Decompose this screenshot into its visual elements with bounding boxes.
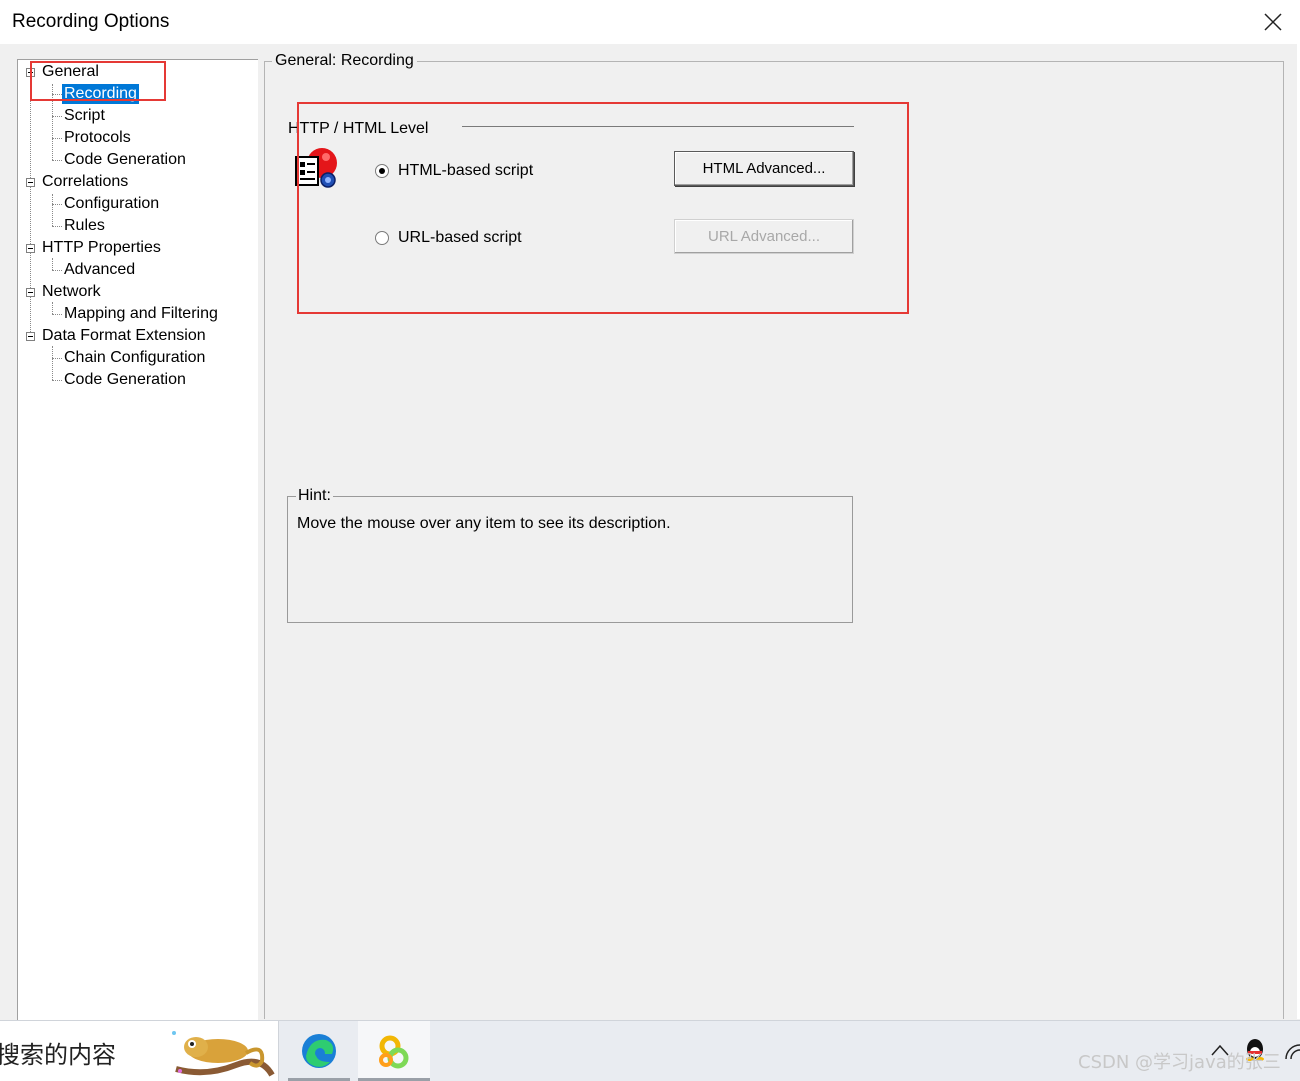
- watermark: CSDN @学习java的张三: [1078, 1052, 1281, 1073]
- chameleon-icon: [172, 1031, 275, 1077]
- tree-item-general[interactable]: General: [42, 62, 99, 82]
- collapse-correlations-icon[interactable]: [26, 178, 35, 187]
- tree-item-code-generation-2[interactable]: Code Generation: [64, 370, 186, 390]
- recording-script-icon: [295, 148, 337, 188]
- taskbar-search[interactable]: 搜索的内容: [0, 1021, 279, 1081]
- options-tree[interactable]: General Recording Script Protocols Code …: [17, 59, 258, 1020]
- tree-item-mapping-filtering[interactable]: Mapping and Filtering: [64, 304, 218, 324]
- html-advanced-button[interactable]: HTML Advanced...: [674, 151, 854, 186]
- taskbar-app[interactable]: [358, 1021, 430, 1081]
- tree-item-code-generation[interactable]: Code Generation: [64, 150, 186, 170]
- group-title: HTTP / HTML Level: [288, 120, 429, 137]
- tree-item-recording[interactable]: Recording: [62, 84, 139, 104]
- tree-line: [52, 380, 62, 381]
- tree-item-data-format-extension[interactable]: Data Format Extension: [42, 326, 206, 346]
- tree-item-correlations[interactable]: Correlations: [42, 172, 128, 192]
- collapse-general-icon[interactable]: [26, 68, 35, 77]
- tree-item-network[interactable]: Network: [42, 282, 101, 302]
- tree-line: [52, 302, 53, 314]
- url-advanced-button[interactable]: URL Advanced...: [674, 219, 854, 254]
- collapse-network-icon[interactable]: [26, 288, 35, 297]
- close-button[interactable]: [1256, 6, 1290, 38]
- tree-line: [30, 74, 31, 340]
- tree-line: [52, 204, 62, 205]
- title-bar: Recording Options: [0, 0, 1300, 44]
- taskbar-edge[interactable]: [288, 1021, 350, 1081]
- tree-item-http-properties[interactable]: HTTP Properties: [42, 238, 161, 258]
- html-based-label[interactable]: HTML-based script: [398, 162, 533, 180]
- close-icon: [1264, 13, 1282, 31]
- tree-line: [52, 358, 62, 359]
- tree-line: [52, 94, 62, 95]
- collapse-http-properties-icon[interactable]: [26, 244, 35, 253]
- tree-line: [52, 138, 62, 139]
- tree-line: [52, 346, 53, 380]
- collapse-data-format-icon[interactable]: [26, 332, 35, 341]
- tree-item-rules[interactable]: Rules: [64, 216, 105, 236]
- panel-caption: General: Recording: [272, 52, 417, 70]
- tree-line: [52, 270, 62, 271]
- group-divider: [462, 126, 854, 127]
- tree-item-advanced[interactable]: Advanced: [64, 260, 135, 280]
- tree-item-script[interactable]: Script: [64, 106, 105, 126]
- tree-line: [52, 226, 62, 227]
- edge-icon: [302, 1034, 336, 1068]
- html-based-radio[interactable]: [375, 164, 389, 178]
- hint-text: Move the mouse over any item to see its …: [297, 515, 671, 532]
- tree-item-protocols[interactable]: Protocols: [64, 128, 131, 148]
- tree-line: [52, 84, 53, 160]
- tree-item-chain-configuration[interactable]: Chain Configuration: [64, 348, 205, 368]
- window-title: Recording Options: [12, 11, 170, 32]
- tree-line: [52, 314, 62, 315]
- wifi-icon[interactable]: [1284, 1041, 1300, 1061]
- tree-line: [52, 160, 62, 161]
- url-based-label[interactable]: URL-based script: [398, 229, 522, 247]
- hint-caption: Hint:: [296, 487, 333, 505]
- tree-line: [52, 258, 53, 270]
- search-text: 搜索的内容: [0, 1041, 116, 1069]
- tree-item-configuration[interactable]: Configuration: [64, 194, 159, 214]
- url-based-radio[interactable]: [375, 231, 389, 245]
- app-icon: [379, 1035, 409, 1069]
- tree-line: [52, 194, 53, 226]
- tree-line: [52, 116, 62, 117]
